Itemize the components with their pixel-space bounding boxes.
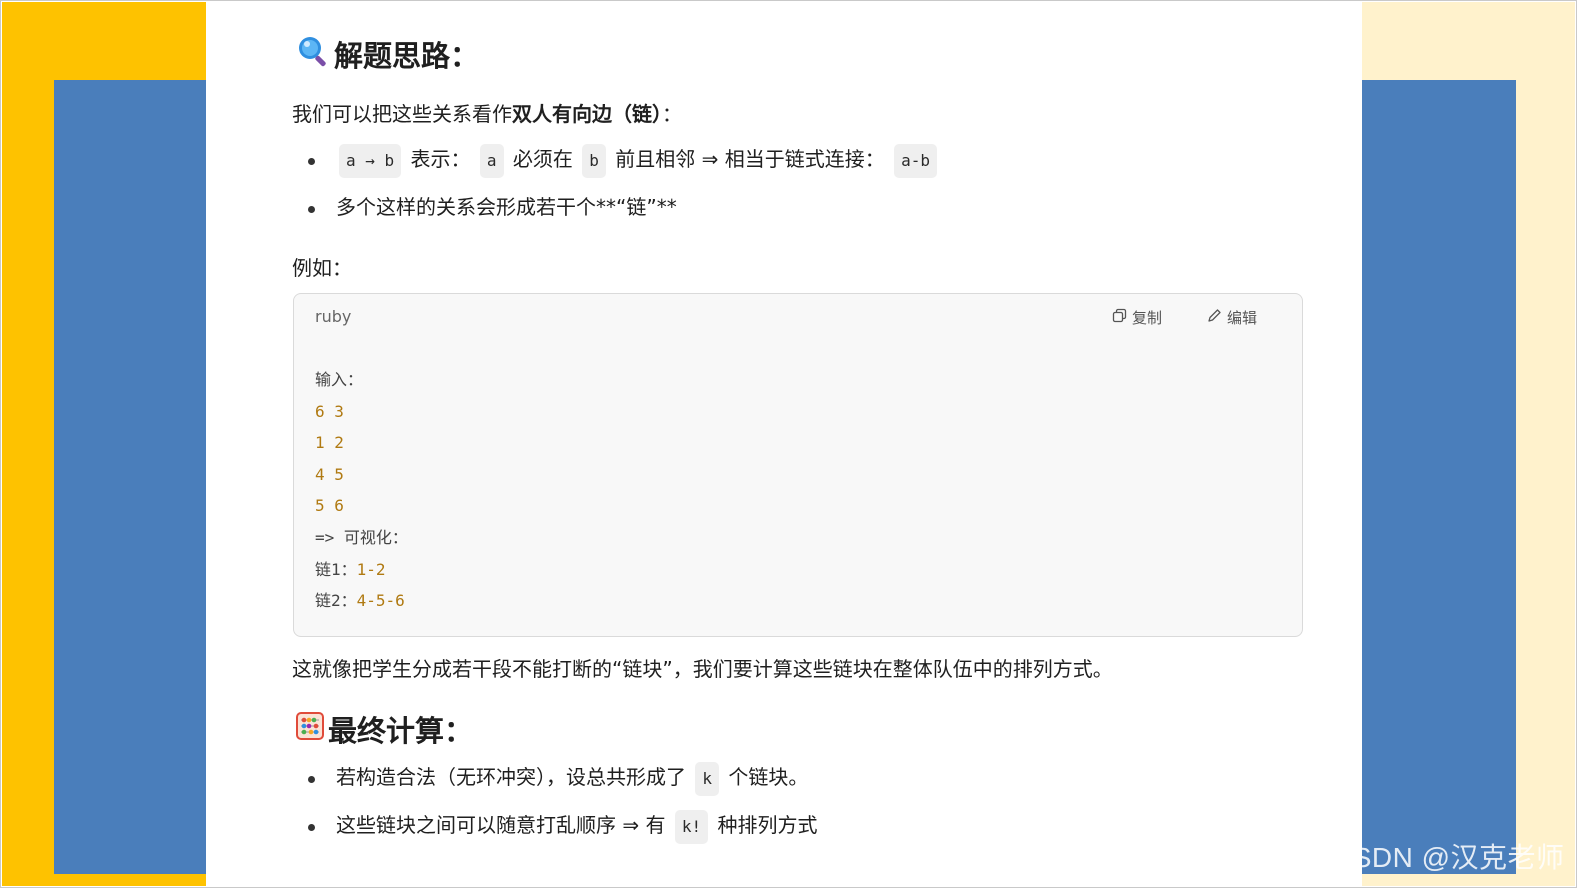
inline-code: b [582, 144, 606, 178]
code-line: 4 5 [315, 464, 344, 484]
code-block: ruby 复制 编辑 输入： 6 3 1 2 4 5 5 6 => 可视化： 链… [293, 293, 1303, 637]
background-blue-left [54, 80, 206, 874]
list-item: 若构造合法（无环冲突），设总共形成了 k 个链块。 [308, 762, 817, 810]
list-item: a → b 表示： a 必须在 b 前且相邻 ⇒ 相当于链式连接： a-b [308, 144, 940, 192]
edit-button[interactable]: 编辑 [1207, 307, 1257, 328]
abacus-icon [296, 711, 324, 747]
explanation-paragraph: 这就像把学生分成若干段不能打断的“链块”，我们要计算这些链块在整体队伍中的排列方… [292, 657, 1113, 681]
code-line: 输入： [315, 370, 364, 389]
relation-bullet-list: a → b 表示： a 必须在 b 前且相邻 ⇒ 相当于链式连接： a-b 多个… [308, 144, 940, 240]
inline-code: a [479, 144, 504, 178]
pencil-icon [1207, 308, 1222, 327]
code-language-label: ruby [315, 307, 352, 326]
code-line: => 可视化： [315, 527, 408, 547]
inline-code: k [695, 762, 719, 796]
csdn-watermark: CSDN @汉克老师 [1332, 842, 1565, 873]
copy-button[interactable]: 复制 [1112, 307, 1162, 328]
example-label: 例如： [292, 256, 352, 280]
background-blue-right [1362, 80, 1516, 874]
code-line: 6 3 [315, 401, 344, 421]
section-heading-approach: 解题思路： [296, 33, 479, 75]
code-content: 输入： 6 3 1 2 4 5 5 6 => 可视化： 链1：1-2 链2：4-… [315, 364, 408, 617]
final-bullet-list: 若构造合法（无环冲突），设总共形成了 k 个链块。 这些链块之间可以随意打乱顺序… [308, 762, 817, 858]
inline-code: a-b [894, 144, 937, 178]
copy-icon [1112, 308, 1127, 327]
intro-bold: 双人有向边（链） [512, 102, 662, 126]
code-line: 链2：4-5-6 [315, 591, 405, 611]
inline-code: a → b [339, 144, 402, 178]
code-line: 链1：1-2 [315, 559, 386, 579]
intro-paragraph: 我们可以把这些关系看作双人有向边（链）： [292, 102, 682, 126]
section-title: 最终计算： [328, 714, 474, 748]
code-line: 5 6 [315, 496, 344, 516]
edit-label: 编辑 [1227, 309, 1258, 327]
inline-code: k! [674, 810, 709, 844]
magnifier-icon [296, 34, 330, 75]
code-line: 1 2 [315, 433, 344, 453]
section-title: 解题思路： [334, 39, 480, 73]
section-heading-final: 最终计算： [296, 708, 473, 750]
list-item: 这些链块之间可以随意打乱顺序 ⇒ 有 k! 种排列方式 [308, 810, 817, 858]
copy-label: 复制 [1132, 309, 1163, 327]
list-item: 多个这样的关系会形成若干个**“链”** [308, 192, 940, 240]
